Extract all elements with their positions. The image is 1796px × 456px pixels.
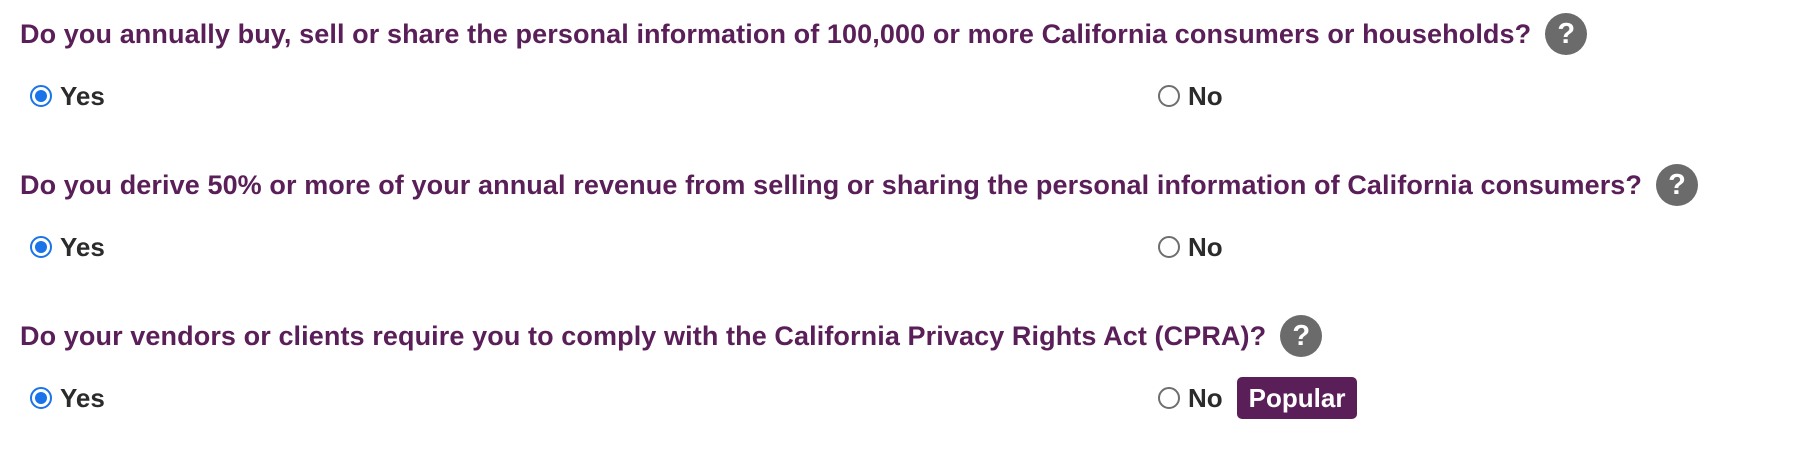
question-2-row: Do you derive 50% or more of your annual… xyxy=(20,163,1699,207)
question-1-option-no[interactable]: No xyxy=(1158,78,1223,114)
help-icon[interactable]: ? xyxy=(1545,13,1588,55)
question-3-row: Do your vendors or clients require you t… xyxy=(20,314,1323,358)
question-3-text: Do your vendors or clients require you t… xyxy=(20,320,1267,351)
option-label: No xyxy=(1188,80,1223,111)
question-2-option-no[interactable]: No xyxy=(1158,229,1223,265)
question-3-option-no[interactable]: No Popular xyxy=(1158,377,1358,419)
radio-unchecked-icon[interactable] xyxy=(1158,387,1180,409)
radio-unchecked-icon[interactable] xyxy=(1158,236,1180,258)
help-icon[interactable]: ? xyxy=(1280,315,1323,357)
question-1-row: Do you annually buy, sell or share the p… xyxy=(20,12,1588,56)
option-label: Yes xyxy=(60,382,105,413)
question-2-option-yes[interactable]: Yes xyxy=(30,229,105,265)
radio-checked-icon[interactable] xyxy=(30,85,52,107)
help-icon[interactable]: ? xyxy=(1656,164,1699,206)
option-label: Yes xyxy=(60,80,105,111)
radio-checked-icon[interactable] xyxy=(30,236,52,258)
question-1-text: Do you annually buy, sell or share the p… xyxy=(20,18,1532,49)
popular-badge: Popular xyxy=(1236,377,1358,419)
option-label: No xyxy=(1188,231,1223,262)
question-1-option-yes[interactable]: Yes xyxy=(30,78,105,114)
radio-unchecked-icon[interactable] xyxy=(1158,85,1180,107)
cpra-questionnaire: Do you annually buy, sell or share the p… xyxy=(0,0,1796,456)
question-3-option-yes[interactable]: Yes xyxy=(30,380,105,416)
radio-checked-icon[interactable] xyxy=(30,387,52,409)
question-2-text: Do you derive 50% or more of your annual… xyxy=(20,169,1643,200)
option-label: Yes xyxy=(60,231,105,262)
option-label: No xyxy=(1188,382,1223,413)
